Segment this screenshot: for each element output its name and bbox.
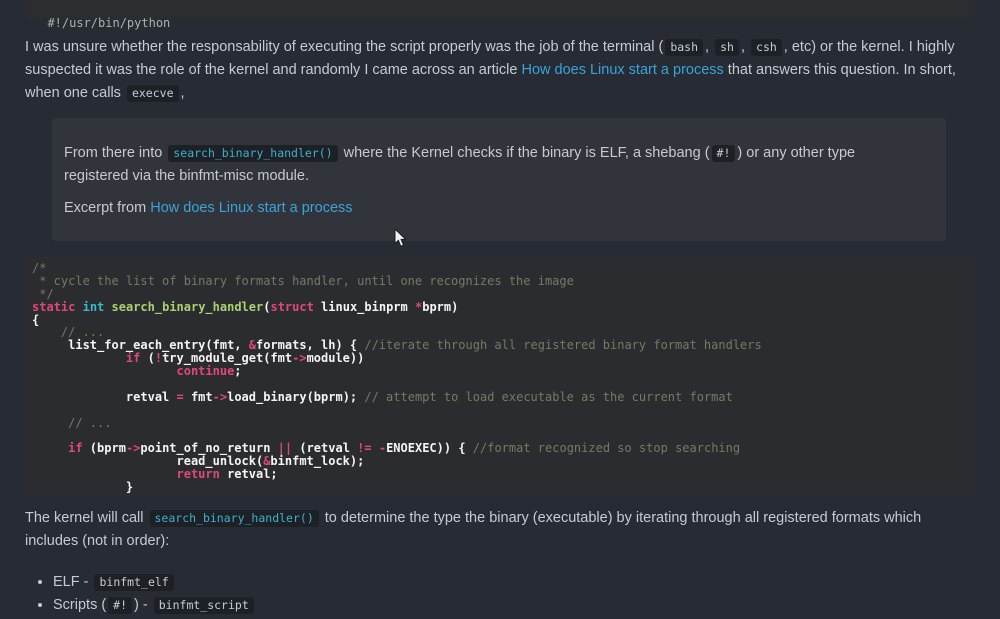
- inline-code: search_binary_handler(): [168, 145, 337, 162]
- inline-code: binfmt_elf: [94, 574, 173, 591]
- code-line: continue;: [32, 365, 975, 378]
- code-line: // ...: [32, 417, 975, 430]
- code-line: retval = fmt->load_binary(bprm); // atte…: [32, 391, 975, 404]
- article-page: { "top_code": "#!/usr/bin/python", "intr…: [0, 0, 1000, 619]
- inline-code: #!: [108, 597, 132, 614]
- code-line: * cycle the list of binary formats handl…: [32, 275, 975, 288]
- inline-code: binfmt_script: [154, 597, 254, 614]
- outro-paragraph: The kernel will call search_binary_handl…: [25, 507, 975, 553]
- inline-code: execve: [127, 85, 179, 102]
- binary-formats-list: ELF - binfmt_elf Scripts (#!) - binfmt_s…: [25, 572, 975, 618]
- intro-paragraph: I was unsure whether the responsability …: [25, 36, 975, 106]
- quote-attribution: Excerpt from How does Linux start a proc…: [64, 197, 916, 220]
- code-line: }: [32, 481, 975, 494]
- inline-code: sh: [715, 39, 739, 56]
- code-line: return retval;: [32, 468, 975, 481]
- inline-code: #!: [712, 145, 736, 162]
- code-line: {: [32, 314, 975, 327]
- article-link[interactable]: How does Linux start a process: [150, 200, 352, 216]
- code-line: [32, 404, 975, 417]
- code-line: static int search_binary_handler(struct …: [32, 301, 975, 314]
- c-code-block: /* * cycle the list of binary formats ha…: [25, 256, 975, 496]
- article-link[interactable]: How does Linux start a process: [521, 62, 723, 78]
- quote-block: From there into search_binary_handler() …: [52, 118, 946, 241]
- inline-code: csh: [751, 39, 782, 56]
- inline-code: search_binary_handler(): [150, 510, 319, 527]
- shebang-code-bar: #!/usr/bin/python: [25, 0, 975, 19]
- shebang-text: #!/usr/bin/python: [47, 16, 170, 30]
- list-item: Scripts (#!) - binfmt_script: [53, 595, 975, 618]
- list-item: ELF - binfmt_elf: [53, 572, 975, 595]
- inline-code: bash: [665, 39, 703, 56]
- quote-paragraph: From there into search_binary_handler() …: [64, 142, 916, 188]
